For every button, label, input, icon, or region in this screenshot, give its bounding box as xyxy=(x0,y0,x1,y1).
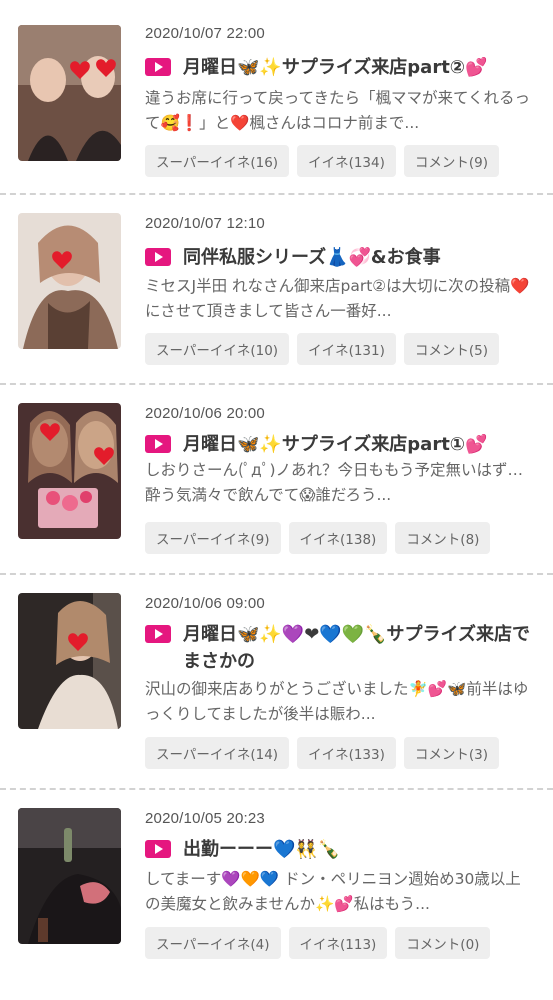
super-like-button[interactable]: スーパーイイネ(16) xyxy=(145,145,290,177)
photo-image xyxy=(18,403,121,539)
post-excerpt: 沢山の御来店ありがとうございました🧚💕🦋前半はゆっくりしてましたが後半は賑わ..… xyxy=(145,680,529,723)
post-excerpt: ミセスJ半田 れなさん御来店part②は大切に次の投稿❤️にさせて頂きまして皆さ… xyxy=(145,277,530,320)
super-like-button[interactable]: スーパーイイネ(9) xyxy=(145,522,281,554)
blog-post[interactable]: 2020/10/07 12:10 同伴私服シリーズ👗💞&お食事 ミセスJ半田 れ… xyxy=(0,195,553,385)
photo-image xyxy=(18,25,121,161)
photo-image xyxy=(18,213,121,349)
video-play-icon xyxy=(145,625,171,643)
comment-button[interactable]: コメント(5) xyxy=(403,333,500,365)
video-play-icon xyxy=(145,58,171,76)
post-date: 2020/10/06 20:00 xyxy=(145,405,265,422)
comment-button[interactable]: コメント(3) xyxy=(403,737,500,769)
photo-image xyxy=(18,593,121,729)
blog-post[interactable]: 2020/10/06 20:00 月曜日🦋✨サプライズ来店part①💕 しおりさ… xyxy=(0,385,553,575)
post-thumbnail[interactable] xyxy=(18,403,121,539)
super-like-button[interactable]: スーパーイイネ(4) xyxy=(145,927,281,959)
post-title[interactable]: 出勤ーーー💙👯🍾 xyxy=(183,836,340,863)
post-thumbnail[interactable] xyxy=(18,808,121,944)
post-thumbnail[interactable] xyxy=(18,593,121,729)
post-date: 2020/10/07 22:00 xyxy=(145,25,265,42)
post-title[interactable]: 月曜日🦋✨サプライズ来店part①💕 xyxy=(183,431,487,458)
video-play-icon xyxy=(145,840,171,858)
post-excerpt: してまーす💜🧡💙 ドン・ペリニヨン週始め30歳以上の美魔女と飲みませんか✨💕私は… xyxy=(145,870,521,913)
like-button[interactable]: イイネ(133) xyxy=(297,737,396,769)
super-like-button[interactable]: スーパーイイネ(10) xyxy=(145,333,290,365)
video-play-icon xyxy=(145,248,171,266)
blog-post[interactable]: 2020/10/06 09:00 月曜日🦋✨💜❤💙💚🍾サプライズ来店でまさかの … xyxy=(0,575,553,790)
like-button[interactable]: イイネ(131) xyxy=(297,333,396,365)
post-thumbnail[interactable] xyxy=(18,25,121,161)
blog-feed: 2020/10/07 22:00 月曜日🦋✨サプライズ来店part②💕 違うお席… xyxy=(0,0,553,1000)
comment-button[interactable]: コメント(9) xyxy=(403,145,500,177)
post-title[interactable]: 月曜日🦋✨💜❤💙💚🍾サプライズ来店でまさかの xyxy=(183,621,533,675)
video-play-icon xyxy=(145,435,171,453)
comment-button[interactable]: コメント(8) xyxy=(395,522,491,554)
blog-post[interactable]: 2020/10/05 20:23 出勤ーーー💙👯🍾 してまーす💜🧡💙 ドン・ペリ… xyxy=(0,790,553,1000)
post-thumbnail[interactable] xyxy=(18,213,121,349)
post-date: 2020/10/07 12:10 xyxy=(145,215,265,232)
like-button[interactable]: イイネ(134) xyxy=(297,145,396,177)
like-button[interactable]: イイネ(138) xyxy=(288,522,388,554)
photo-image xyxy=(18,808,121,944)
post-date: 2020/10/06 09:00 xyxy=(145,595,265,612)
post-excerpt: 違うお席に行って戻ってきたら「楓ママが来てくれるって🥰❗」と❤️楓さんはコロナ前… xyxy=(145,89,531,132)
post-date: 2020/10/05 20:23 xyxy=(145,810,265,827)
super-like-button[interactable]: スーパーイイネ(14) xyxy=(145,737,290,769)
blog-post[interactable]: 2020/10/07 22:00 月曜日🦋✨サプライズ来店part②💕 違うお席… xyxy=(0,0,553,195)
post-title[interactable]: 同伴私服シリーズ👗💞&お食事 xyxy=(183,244,441,271)
comment-button[interactable]: コメント(0) xyxy=(395,927,491,959)
post-title[interactable]: 月曜日🦋✨サプライズ来店part②💕 xyxy=(183,54,487,81)
like-button[interactable]: イイネ(113) xyxy=(288,927,388,959)
post-excerpt: しおりさーん(ﾟдﾟ)ノあれ？今日ももう予定無いはず…酔う気満々で飲んでて😱誰だ… xyxy=(145,461,524,504)
